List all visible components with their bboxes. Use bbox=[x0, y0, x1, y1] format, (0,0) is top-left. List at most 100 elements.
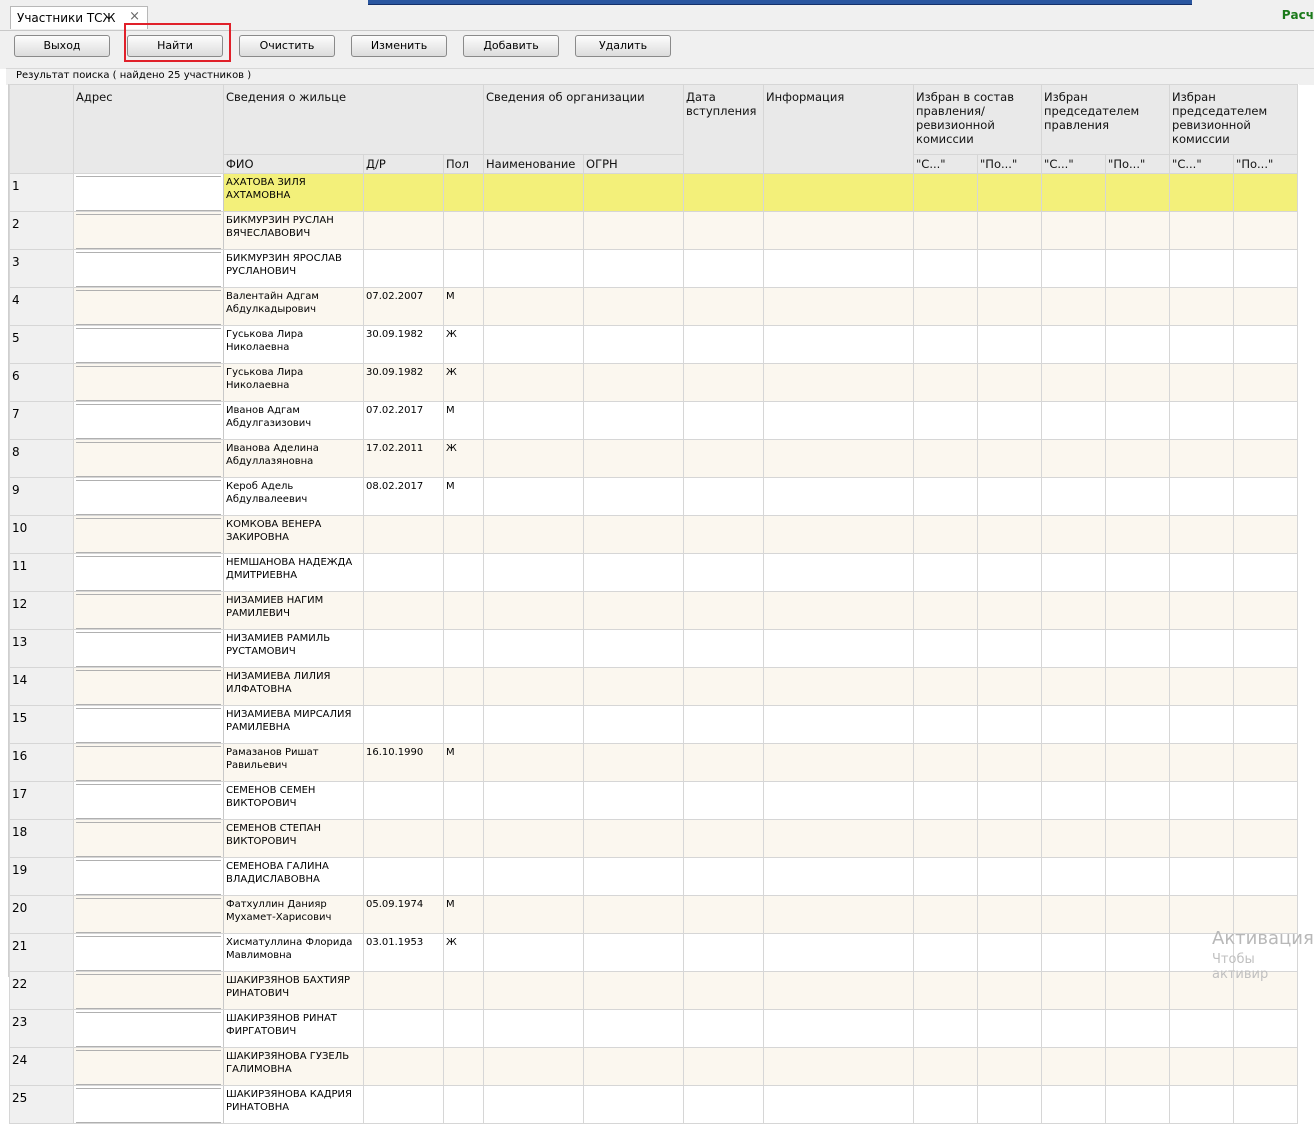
cell-fio[interactable]: Кероб Адель Абдулвалеевич bbox=[223, 477, 364, 516]
cell-info[interactable] bbox=[763, 287, 915, 326]
cell-address[interactable] bbox=[73, 1047, 224, 1086]
cell-info[interactable] bbox=[763, 591, 915, 630]
cell-audit-from[interactable] bbox=[1169, 515, 1235, 554]
row-number[interactable]: 20 bbox=[9, 895, 74, 934]
address-field[interactable] bbox=[76, 1088, 221, 1123]
address-field[interactable] bbox=[76, 252, 221, 287]
cell-board-from[interactable] bbox=[913, 667, 979, 706]
cell-chair-to[interactable] bbox=[1105, 211, 1171, 250]
cell-audit-to[interactable] bbox=[1233, 591, 1299, 630]
table-row[interactable]: 23 ШАКИРЗЯНОВ РИНАТ ФИРГАТОВИЧ bbox=[9, 1009, 1299, 1048]
cell-address[interactable] bbox=[73, 819, 224, 858]
cell-address[interactable] bbox=[73, 971, 224, 1010]
cell-join-date[interactable] bbox=[683, 743, 765, 782]
cell-audit-from[interactable] bbox=[1169, 325, 1235, 364]
cell-info[interactable] bbox=[763, 401, 915, 440]
cell-audit-from[interactable] bbox=[1169, 1009, 1235, 1048]
add-button[interactable]: Добавить bbox=[463, 35, 559, 57]
cell-board-from[interactable] bbox=[913, 439, 979, 478]
table-row[interactable]: 12 НИЗАМИЕВ НАГИМ РАМИЛЕВИЧ bbox=[9, 591, 1299, 630]
cell-ogrn[interactable] bbox=[583, 325, 685, 364]
cell-org-name[interactable] bbox=[483, 477, 585, 516]
cell-sex[interactable] bbox=[442, 1009, 485, 1048]
row-number[interactable]: 14 bbox=[9, 667, 74, 706]
cell-dob[interactable] bbox=[363, 249, 444, 288]
address-field[interactable] bbox=[76, 594, 221, 629]
top-right-label[interactable]: Расч bbox=[1282, 8, 1314, 22]
table-row[interactable]: 10 КОМКОВА ВЕНЕРА ЗАКИРОВНА bbox=[9, 515, 1299, 554]
cell-chair-from[interactable] bbox=[1041, 211, 1107, 250]
cell-chair-to[interactable] bbox=[1105, 743, 1171, 782]
cell-board-from[interactable] bbox=[913, 249, 979, 288]
cell-dob[interactable] bbox=[363, 515, 444, 554]
header-sex[interactable]: Пол bbox=[442, 154, 485, 174]
cell-dob[interactable] bbox=[363, 781, 444, 820]
cell-board-to[interactable] bbox=[977, 287, 1043, 326]
cell-board-to[interactable] bbox=[977, 743, 1043, 782]
table-row[interactable]: 1 АХАТОВА ЗИЛЯ АХТАМОВНА bbox=[9, 173, 1299, 212]
cell-org-name[interactable] bbox=[483, 705, 585, 744]
address-field[interactable] bbox=[76, 1050, 221, 1085]
cell-org-name[interactable] bbox=[483, 325, 585, 364]
cell-dob[interactable]: 03.01.1953 bbox=[363, 933, 444, 972]
cell-audit-to[interactable] bbox=[1233, 401, 1299, 440]
cell-info[interactable] bbox=[763, 1047, 915, 1086]
edit-button[interactable]: Изменить bbox=[351, 35, 447, 57]
cell-address[interactable] bbox=[73, 325, 224, 364]
cell-chair-to[interactable] bbox=[1105, 819, 1171, 858]
row-number[interactable]: 22 bbox=[9, 971, 74, 1010]
cell-sex[interactable] bbox=[442, 971, 485, 1010]
cell-ogrn[interactable] bbox=[583, 515, 685, 554]
cell-board-from[interactable] bbox=[913, 1047, 979, 1086]
cell-sex[interactable] bbox=[442, 705, 485, 744]
cell-info[interactable] bbox=[763, 933, 915, 972]
address-field[interactable] bbox=[76, 974, 221, 1009]
cell-info[interactable] bbox=[763, 705, 915, 744]
cell-audit-to[interactable] bbox=[1233, 1085, 1299, 1124]
row-number[interactable]: 21 bbox=[9, 933, 74, 972]
address-field[interactable] bbox=[76, 708, 221, 743]
cell-address[interactable] bbox=[73, 933, 224, 972]
cell-audit-to[interactable] bbox=[1233, 1009, 1299, 1048]
cell-chair-from[interactable] bbox=[1041, 515, 1107, 554]
cell-board-from[interactable] bbox=[913, 743, 979, 782]
cell-audit-to[interactable] bbox=[1233, 287, 1299, 326]
cell-chair-from[interactable] bbox=[1041, 667, 1107, 706]
address-field[interactable] bbox=[76, 784, 221, 819]
cell-info[interactable] bbox=[763, 857, 915, 896]
cell-chair-to[interactable] bbox=[1105, 781, 1171, 820]
cell-sex[interactable]: Ж bbox=[442, 933, 485, 972]
cell-join-date[interactable] bbox=[683, 705, 765, 744]
address-field[interactable] bbox=[76, 404, 221, 439]
cell-ogrn[interactable] bbox=[583, 439, 685, 478]
cell-chair-from[interactable] bbox=[1041, 705, 1107, 744]
address-field[interactable] bbox=[76, 442, 221, 477]
cell-join-date[interactable] bbox=[683, 971, 765, 1010]
cell-chair-from[interactable] bbox=[1041, 971, 1107, 1010]
address-field[interactable] bbox=[76, 290, 221, 325]
cell-ogrn[interactable] bbox=[583, 211, 685, 250]
cell-org-name[interactable] bbox=[483, 553, 585, 592]
cell-dob[interactable]: 30.09.1982 bbox=[363, 325, 444, 364]
header-org-name[interactable]: Наименование bbox=[483, 154, 585, 174]
cell-address[interactable] bbox=[73, 173, 224, 212]
cell-audit-to[interactable] bbox=[1233, 553, 1299, 592]
cell-join-date[interactable] bbox=[683, 1085, 765, 1124]
cell-chair-from[interactable] bbox=[1041, 249, 1107, 288]
cell-audit-to[interactable] bbox=[1233, 249, 1299, 288]
cell-fio[interactable]: НИЗАМИЕВ РАМИЛЬ РУСТАМОВИЧ bbox=[223, 629, 364, 668]
cell-dob[interactable] bbox=[363, 857, 444, 896]
table-row[interactable]: 20 Фатхуллин Данияр Мухамет-Харисович 05.0… bbox=[9, 895, 1299, 934]
cell-dob[interactable] bbox=[363, 553, 444, 592]
cell-org-name[interactable] bbox=[483, 781, 585, 820]
cell-board-to[interactable] bbox=[977, 211, 1043, 250]
cell-audit-to[interactable] bbox=[1233, 743, 1299, 782]
cell-board-from[interactable] bbox=[913, 591, 979, 630]
cell-ogrn[interactable] bbox=[583, 971, 685, 1010]
row-number[interactable]: 19 bbox=[9, 857, 74, 896]
cell-fio[interactable]: НИЗАМИЕВА МИРСАЛИЯ РАМИЛЕВНА bbox=[223, 705, 364, 744]
cell-audit-from[interactable] bbox=[1169, 705, 1235, 744]
cell-chair-to[interactable] bbox=[1105, 857, 1171, 896]
cell-audit-from[interactable] bbox=[1169, 781, 1235, 820]
cell-fio[interactable]: Гуськова Лира Николаевна bbox=[223, 325, 364, 364]
